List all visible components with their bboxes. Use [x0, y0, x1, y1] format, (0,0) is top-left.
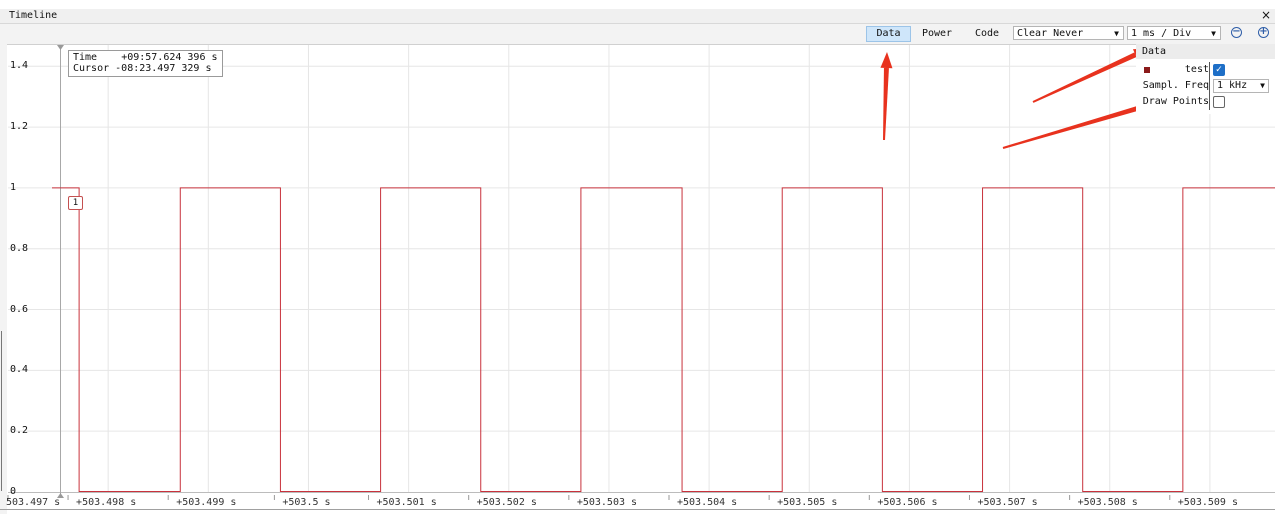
x-tick-label: +503.5 s — [282, 497, 331, 508]
channel-marker[interactable]: 1 — [68, 196, 83, 210]
arrow-shaft — [1032, 52, 1137, 103]
signal-plot[interactable] — [0, 0, 1275, 514]
channel-name: test — [1184, 64, 1209, 75]
sampl-freq-row: Sampl. Freq 1 kHz ▼ — [1136, 78, 1275, 94]
cursor-readout: Time +09:57.624 396 s Cursor -08:23.497 … — [68, 50, 223, 77]
x-tick-label: +503.504 s — [676, 497, 738, 508]
draw-points-row: Draw Points — [1136, 94, 1275, 110]
axes — [8, 45, 1275, 498]
x-tick-label: +503.509 s — [1177, 497, 1238, 508]
data-panel-title: Data — [1142, 46, 1167, 57]
cursor-label: Cursor — [73, 63, 110, 74]
cursor-value: -08:23.497 329 s — [115, 63, 212, 74]
y-tick-label: 0.8 — [10, 242, 29, 254]
x-tick-label: +503.507 s — [977, 497, 1038, 508]
bottom-border — [0, 509, 1275, 510]
x-tick-label: +503.499 s — [176, 497, 237, 508]
arrow-to-draw-points — [1002, 101, 1156, 149]
y-tick-label: 0.4 — [10, 364, 29, 376]
data-panel: Data test ✓ Sampl. Freq 1 kHz ▼ Draw Poi… — [1136, 44, 1275, 114]
x-tick-label: +503.508 s — [1077, 497, 1138, 508]
y-tick-label: 0.6 — [10, 303, 29, 315]
y-tick-label: 0 — [10, 486, 17, 497]
y-tick-label: 1.4 — [10, 60, 29, 72]
arrow-head — [880, 52, 893, 69]
signal-line-test — [52, 187, 1275, 492]
time-value: +09:57.624 396 s — [121, 52, 218, 63]
sampl-freq-label: Sampl. Freq — [1142, 80, 1209, 91]
cursor-top-handle — [57, 45, 64, 50]
x-tick-label: +503.498 s — [76, 497, 137, 508]
arrow-shaft — [883, 67, 889, 141]
draw-points-label: Draw Points — [1142, 96, 1209, 107]
time-label: Time — [73, 52, 98, 63]
channel-color-swatch — [1144, 67, 1150, 73]
arrow-to-data-panel — [1032, 48, 1150, 103]
grid-lines — [8, 45, 1275, 492]
y-tick-label: 1.2 — [10, 121, 29, 133]
x-tick-label: +503.502 s — [476, 497, 537, 508]
chevron-down-icon: ▼ — [1260, 81, 1265, 90]
x-tick-label: +503.503 s — [576, 497, 638, 508]
draw-points-checkbox[interactable] — [1213, 96, 1225, 108]
annotation-arrows — [880, 48, 1156, 149]
sampl-freq-select[interactable]: 1 kHz ▼ — [1213, 79, 1269, 93]
y-tick-label: 1 — [10, 181, 17, 193]
panel-divider — [1209, 94, 1210, 110]
x-tick-label: 503.497 s — [6, 497, 61, 508]
x-tick-label: +503.505 s — [777, 497, 838, 508]
channel-enabled-checkbox[interactable]: ✓ — [1213, 64, 1225, 76]
data-panel-header: Data — [1136, 44, 1275, 59]
panel-divider — [1209, 62, 1210, 78]
x-tick-label: +503.506 s — [877, 497, 938, 508]
panel-divider — [1209, 78, 1210, 94]
y-tick-label: 0.2 — [10, 425, 29, 437]
channel-row-test: test ✓ — [1136, 62, 1275, 78]
sampl-freq-value: 1 kHz — [1217, 80, 1248, 91]
x-tick-label: +503.501 s — [376, 497, 437, 508]
